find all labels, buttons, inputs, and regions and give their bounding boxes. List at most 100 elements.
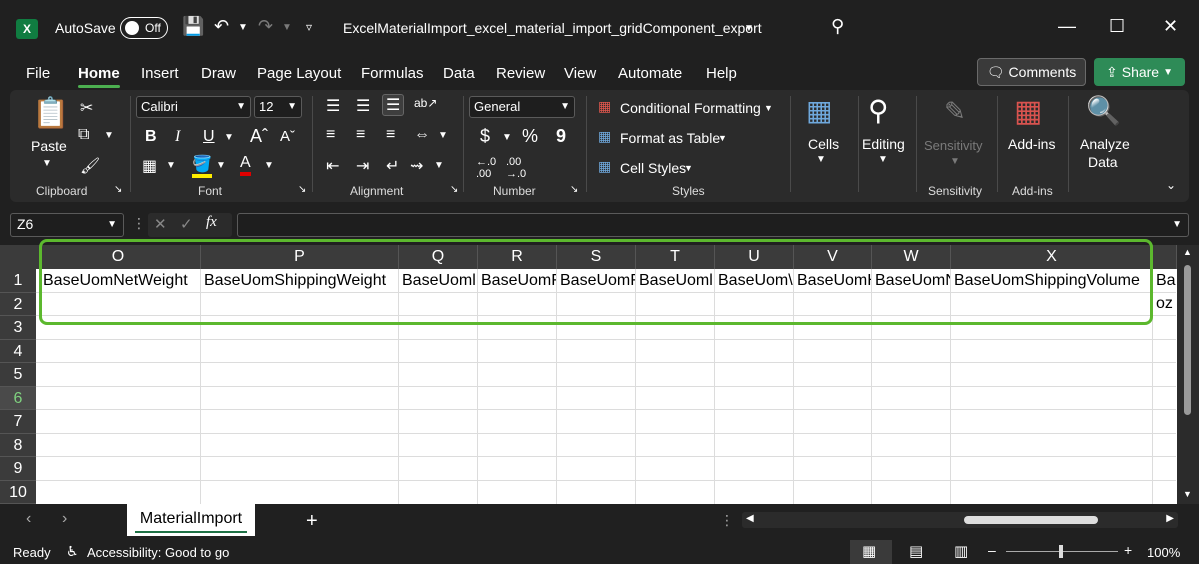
bottom-align-icon[interactable]: ☰ [382,94,405,116]
cell-y1[interactable]: Ba [1153,272,1177,290]
accessibility-status[interactable]: Accessibility: Good to go [87,545,229,560]
column-header-y[interactable] [1153,245,1177,269]
clipboard-launcher-icon[interactable]: ↘ [114,184,122,195]
underline-dropdown-icon[interactable]: ▼ [224,132,234,143]
format-as-table-button[interactable]: Format as Table [620,130,720,146]
align-center-icon[interactable]: ≡ [356,126,365,144]
fill-color-dropdown-icon[interactable]: ▼ [216,160,226,171]
italic-icon[interactable]: I [175,128,180,146]
borders-icon[interactable]: ▦ [142,156,157,176]
name-box[interactable]: Z6 ▼ [10,213,124,237]
search-icon[interactable]: ⚲ [831,16,844,37]
align-left-icon[interactable]: ≡ [326,126,335,144]
borders-dropdown-icon[interactable]: ▼ [166,160,176,171]
font-color-icon[interactable]: A [240,154,251,176]
row-header-5[interactable]: 5 [0,363,36,387]
zoom-in-icon[interactable]: + [1124,542,1132,558]
paste-icon[interactable]: 📋 [32,96,69,131]
maximize-icon[interactable]: ☐ [1109,16,1125,37]
document-title[interactable]: ExcelMaterialImport_excel_material_impor… [343,20,762,36]
text-direction-icon[interactable]: ⇝ [410,156,423,176]
conditional-formatting-button[interactable]: Conditional Formatting [620,100,761,116]
row-header-8[interactable]: 8 [0,433,36,457]
accessibility-icon[interactable]: ♿ [66,543,79,560]
row-header-6[interactable]: 6 [0,386,36,410]
cell-styles-button[interactable]: Cell Styles [620,160,686,176]
chevron-right-icon[interactable]: › [62,510,67,528]
font-launcher-icon[interactable]: ↘ [298,184,306,195]
paste-dropdown-icon[interactable]: ▼ [42,158,52,169]
tab-automate[interactable]: Automate [618,65,682,82]
collapse-ribbon-icon[interactable]: ⌄ [1166,178,1176,192]
comma-style-icon[interactable]: 9 [556,126,566,147]
fill-color-icon[interactable]: 🪣 [192,154,212,178]
row-header-1[interactable]: 1 [0,269,36,293]
horizontal-scrollbar[interactable]: ◀ ▶ [742,512,1178,528]
more-options-icon[interactable]: ⋮ [720,512,734,529]
alignment-launcher-icon[interactable]: ↘ [450,184,458,195]
scroll-thumb[interactable] [1184,265,1191,415]
increase-decimal-icon[interactable]: ←.0.00 [476,156,496,180]
tab-draw[interactable]: Draw [201,65,236,82]
orientation-icon[interactable]: ab↗ [414,96,437,110]
zoom-level[interactable]: 100% [1147,545,1180,560]
title-dropdown-icon[interactable]: ▼ [744,23,754,34]
chevron-down-icon[interactable]: ▼ [764,103,773,113]
select-all-corner[interactable] [0,245,36,269]
tab-view[interactable]: View [564,65,596,82]
formula-input[interactable]: ▼ [237,213,1189,237]
scroll-right-icon[interactable]: ▶ [1166,513,1174,524]
editing-button[interactable]: Editing [862,136,905,152]
align-right-icon[interactable]: ≡ [386,126,395,144]
undo-dropdown-icon[interactable]: ▼ [238,22,248,33]
paste-button-label[interactable]: Paste [31,138,67,154]
increase-font-size-icon[interactable]: Aˆ [250,126,268,147]
vertical-scrollbar[interactable]: ▲ ▼ [1177,245,1199,504]
scroll-up-icon[interactable]: ▲ [1183,247,1192,257]
wrap-text-icon[interactable]: ↵ [386,156,399,176]
font-name-select[interactable]: Calibri ▼ [136,96,251,118]
row-header-10[interactable]: 10 [0,480,36,504]
cut-icon[interactable]: ✂ [80,98,93,118]
cell-y2[interactable]: oz [1153,295,1177,313]
format-as-table-icon[interactable]: ▦ [598,128,611,145]
font-color-dropdown-icon[interactable]: ▼ [264,160,274,171]
more-options-icon[interactable]: ⋮ [132,215,146,232]
text-direction-dropdown-icon[interactable]: ▼ [434,160,444,171]
tab-page-layout[interactable]: Page Layout [257,65,341,82]
add-ins-button[interactable]: Add-ins [1008,136,1055,152]
zoom-slider-thumb[interactable] [1059,545,1063,558]
customize-quick-access-icon[interactable]: ▿ [306,20,312,34]
row-header-9[interactable]: 9 [0,457,36,481]
currency-dropdown-icon[interactable]: ▼ [502,132,512,143]
top-align-icon[interactable]: ☰ [326,96,340,116]
minimize-icon[interactable]: — [1058,16,1076,37]
cells-button[interactable]: Cells [808,136,839,152]
cells-icon[interactable]: ▦ [806,94,832,127]
tab-file[interactable]: File [26,65,50,82]
currency-icon[interactable]: $ [480,126,490,147]
chevron-down-icon[interactable]: ▼ [718,133,727,143]
insert-function-icon[interactable]: fx [206,214,217,231]
chevron-left-icon[interactable]: ‹ [26,510,31,528]
copy-dropdown-icon[interactable]: ▼ [104,130,114,141]
scroll-down-icon[interactable]: ▼ [1183,489,1192,499]
magnifier-icon[interactable]: ⚲ [868,94,889,127]
increase-indent-icon[interactable]: ⇥ [356,156,369,176]
add-sheet-icon[interactable]: + [306,510,318,533]
normal-view-icon[interactable]: ▦ [862,542,876,560]
number-launcher-icon[interactable]: ↘ [570,184,578,195]
undo-icon[interactable]: ↶ [214,16,229,37]
percent-icon[interactable]: % [522,126,538,147]
cell-styles-icon[interactable]: ▦ [598,158,611,175]
autosave-toggle[interactable]: Off [120,17,168,39]
comments-button[interactable]: 🗨 Comments [977,58,1086,86]
format-painter-icon[interactable]: 🖌 [80,156,100,176]
sheet-tab-materialimport[interactable]: MaterialImport [127,504,255,536]
zoom-out-icon[interactable]: – [988,542,996,558]
conditional-formatting-icon[interactable]: ▦ [598,98,611,115]
scroll-left-icon[interactable]: ◀ [746,513,754,524]
chevron-down-icon[interactable]: ▼ [684,163,693,173]
merge-center-icon[interactable]: ⇔ [414,126,430,144]
decrease-font-size-icon[interactable]: Aˇ [280,128,295,145]
